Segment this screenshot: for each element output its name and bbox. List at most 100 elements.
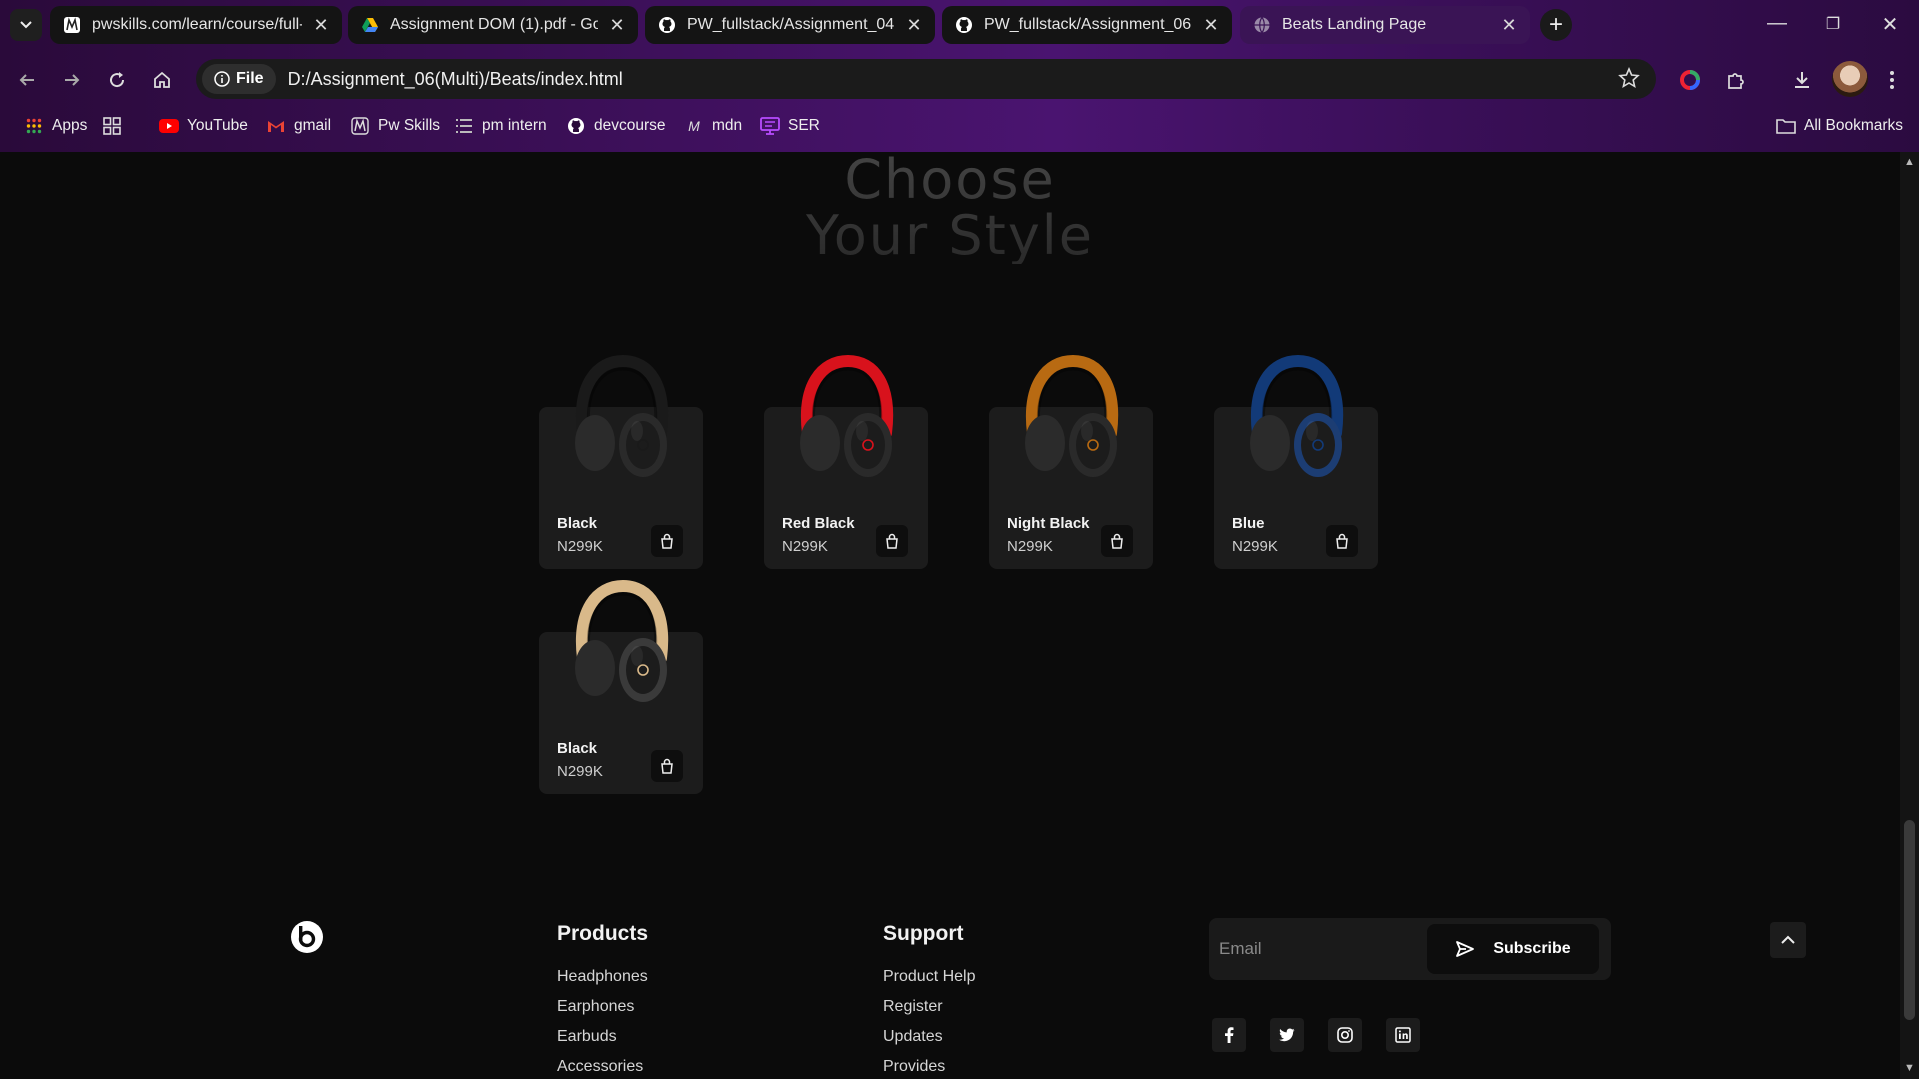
scroll-thumb[interactable] <box>1904 820 1915 1020</box>
tab-github-assignment-04[interactable]: PW_fullstack/Assignment_04(M ✕ <box>645 6 935 44</box>
twitter-link[interactable] <box>1270 1018 1304 1052</box>
add-to-cart-button[interactable] <box>1326 525 1358 557</box>
footer-link[interactable]: Register <box>883 998 943 1016</box>
bookmark-tab-groups[interactable] <box>102 114 122 138</box>
minimize-button[interactable]: — <box>1757 12 1797 35</box>
bookmark-devcourse[interactable]: devcourse <box>566 114 666 138</box>
bookmark-label: gmail <box>294 117 332 134</box>
github-icon <box>657 15 677 35</box>
product-card[interactable]: Black N299K <box>539 355 703 569</box>
bookmark-apps[interactable]: Apps <box>24 114 87 138</box>
github-icon <box>954 15 974 35</box>
add-to-cart-button[interactable] <box>651 750 683 782</box>
close-icon[interactable]: ✕ <box>608 15 626 36</box>
address-bar[interactable]: File D:/Assignment_06(Multi)/Beats/index… <box>196 59 1656 99</box>
product-price: N299K <box>782 538 828 555</box>
footer-link[interactable]: Provides <box>883 1058 945 1076</box>
downloads-button[interactable] <box>1786 64 1818 96</box>
send-icon <box>1456 941 1475 957</box>
email-input[interactable] <box>1219 930 1409 968</box>
add-to-cart-button[interactable] <box>651 525 683 557</box>
shopping-bag-icon <box>661 758 673 774</box>
footer-link[interactable]: Earbuds <box>557 1028 617 1046</box>
globe-icon <box>1252 15 1272 35</box>
footer-support-title: Support <box>883 922 964 945</box>
close-icon[interactable]: ✕ <box>1202 15 1220 36</box>
bookmark-label: pm intern <box>482 117 547 134</box>
color-wheel-icon <box>1680 70 1700 90</box>
bookmark-youtube[interactable]: YouTube <box>159 114 248 138</box>
add-to-cart-button[interactable] <box>1101 525 1133 557</box>
arrow-left-icon <box>19 74 34 86</box>
shopping-bag-icon <box>886 533 898 549</box>
product-card[interactable]: Night Black N299K <box>989 355 1153 569</box>
close-icon[interactable]: ✕ <box>312 15 330 36</box>
tab-title: Beats Landing Page <box>1282 16 1427 33</box>
back-to-top-button[interactable] <box>1770 922 1806 958</box>
minimize-icon: — <box>1767 12 1787 34</box>
linkedin-link[interactable] <box>1386 1018 1420 1052</box>
mdn-icon: M <box>688 118 700 134</box>
add-to-cart-button[interactable] <box>876 525 908 557</box>
restore-button[interactable]: ❐ <box>1813 14 1853 34</box>
close-icon[interactable]: ✕ <box>905 15 923 36</box>
heading-line-2: Your Style <box>805 204 1095 267</box>
menu-button[interactable] <box>1876 64 1908 96</box>
headphone-image <box>1250 355 1344 477</box>
footer-link[interactable]: Accessories <box>557 1058 643 1076</box>
footer-link[interactable]: Updates <box>883 1028 943 1046</box>
bookmark-mdn[interactable]: M mdn <box>684 114 742 138</box>
facebook-link[interactable] <box>1212 1018 1246 1052</box>
reload-button[interactable] <box>102 65 132 95</box>
product-name: Black <box>557 515 598 532</box>
scroll-up-arrow-icon[interactable]: ▲ <box>1904 156 1915 168</box>
url-text[interactable]: D:/Assignment_06(Multi)/Beats/index.html <box>288 69 623 90</box>
close-window-button[interactable]: ✕ <box>1870 12 1910 37</box>
tab-beats-landing-page[interactable]: Beats Landing Page ✕ <box>1240 6 1530 44</box>
product-card[interactable]: Blue N299K <box>1214 355 1378 569</box>
product-card[interactable]: Red Black N299K <box>764 355 928 569</box>
all-bookmarks-button[interactable]: All Bookmarks <box>1776 114 1903 138</box>
footer-link[interactable]: Product Help <box>883 968 976 986</box>
subscribe-button[interactable]: Subscribe <box>1427 924 1599 974</box>
bookmark-pm-intern[interactable]: pm intern <box>454 114 547 138</box>
new-tab-button[interactable]: + <box>1540 9 1572 41</box>
color-extension-button[interactable] <box>1674 64 1706 96</box>
extensions-button[interactable] <box>1720 64 1752 96</box>
site-info-chip[interactable]: File <box>202 64 276 94</box>
tab-assignment-pdf[interactable]: Assignment DOM (1).pdf - Goo ✕ <box>348 6 638 44</box>
page-scrollbar[interactable]: ▲ ▼ <box>1900 152 1919 1079</box>
bookmark-ser[interactable]: SER <box>760 114 820 138</box>
home-icon <box>154 71 170 88</box>
profile-avatar[interactable] <box>1832 61 1868 97</box>
bookmark-label: Pw Skills <box>378 117 441 134</box>
info-icon <box>214 71 230 87</box>
bookmark-pw-skills[interactable]: Pw Skills <box>350 114 440 138</box>
shopping-bag-icon <box>1336 533 1348 549</box>
bookmark-star-icon[interactable] <box>1618 66 1640 94</box>
tab-pwskills[interactable]: pwskills.com/learn/course/full-s ✕ <box>50 6 342 44</box>
forward-button[interactable] <box>57 65 87 95</box>
list-icon <box>454 116 474 136</box>
product-card[interactable]: Black N299K <box>539 580 703 794</box>
bookmarks-bar: Apps YouTube gmail Pw Skills pm intern d… <box>0 108 1919 144</box>
back-button[interactable] <box>12 65 42 95</box>
footer-link[interactable]: Headphones <box>557 968 648 986</box>
headphone-image <box>575 580 669 702</box>
footer-link[interactable]: Earphones <box>557 998 634 1016</box>
instagram-link[interactable] <box>1328 1018 1362 1052</box>
product-name: Red Black <box>782 515 855 532</box>
home-button[interactable] <box>147 65 177 95</box>
tab-github-assignment-06[interactable]: PW_fullstack/Assignment_06(M ✕ <box>942 6 1232 44</box>
tab-title: pwskills.com/learn/course/full-s <box>92 16 302 33</box>
gmail-icon <box>266 116 286 136</box>
more-vertical-icon <box>1890 71 1894 89</box>
scroll-down-arrow-icon[interactable]: ▼ <box>1904 1062 1915 1074</box>
product-price: N299K <box>1007 538 1053 555</box>
instagram-icon <box>1337 1027 1353 1043</box>
close-icon[interactable]: ✕ <box>1500 15 1518 36</box>
beats-logo[interactable] <box>290 920 324 954</box>
tab-search-button[interactable] <box>10 9 42 41</box>
github-icon <box>566 116 586 136</box>
bookmark-gmail[interactable]: gmail <box>266 114 331 138</box>
